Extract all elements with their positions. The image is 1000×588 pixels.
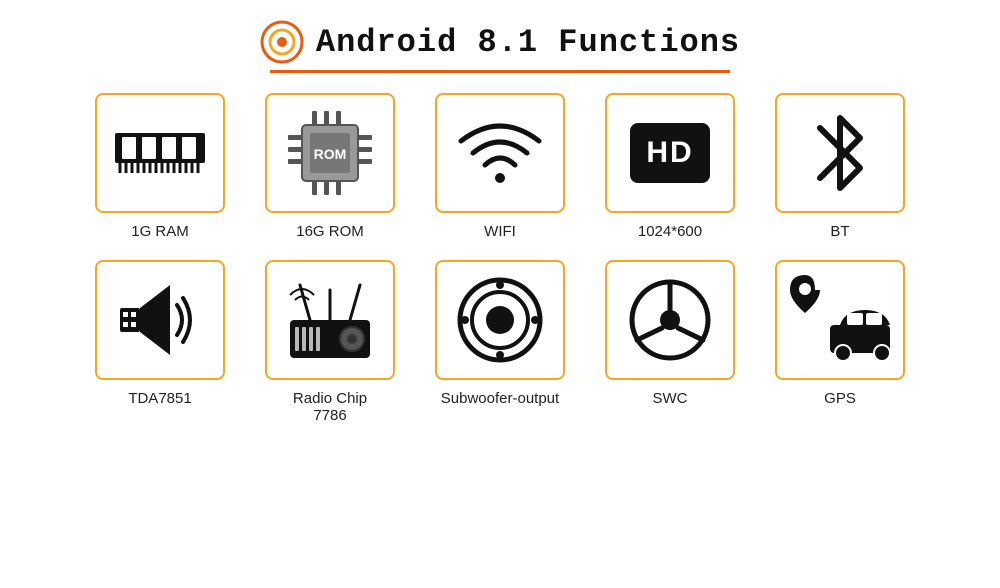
steering-icon [625,275,715,365]
radio-icon [280,275,380,365]
resolution-label: 1024*600 [638,223,702,240]
bt-icon-box [775,93,905,213]
radio-label: Radio Chip7786 [293,390,367,424]
feature-bt: BT [760,93,920,240]
bt-label: BT [830,223,849,240]
speaker-icon-box [95,260,225,380]
swc-label: SWC [653,390,688,407]
page-title: Android 8.1 Functions [316,24,740,61]
bluetooth-icon [805,108,875,198]
title-underline [270,70,730,73]
wifi-label: WIFI [484,223,516,240]
rom-icon-box: ROM [265,93,395,213]
feature-wifi: WIFI [420,93,580,240]
gps-label: GPS [824,390,856,407]
tda-label: TDA7851 [128,390,191,407]
hd-icon: HD [630,123,710,183]
subwoofer-label: Subwoofer-output [441,390,559,407]
feature-radio: Radio Chip7786 [250,260,410,424]
feature-rom: ROM 16G ROM [250,93,410,240]
ram-icon-box [95,93,225,213]
speaker-icon [115,280,205,360]
subwoofer-icon [455,275,545,365]
hd-icon-box: HD [605,93,735,213]
rom-icon: ROM [280,103,380,203]
svg-text:ROM: ROM [314,146,347,162]
gps-icon [785,275,895,365]
feature-ram: 1G RAM [80,93,240,240]
wifi-icon-box [435,93,565,213]
feature-subwoofer: Subwoofer-output [420,260,580,424]
ram-icon [110,113,210,193]
gps-icon-box [775,260,905,380]
radio-icon-box [265,260,395,380]
page-header: Android 8.1 Functions [260,20,740,64]
rom-label: 16G ROM [296,223,364,240]
feature-tda: TDA7851 [80,260,240,424]
features-grid: 1G RAM ROM [80,93,920,424]
android-icon [260,20,304,64]
steering-icon-box [605,260,735,380]
feature-resolution: HD 1024*600 [590,93,750,240]
feature-swc: SWC [590,260,750,424]
subwoofer-icon-box [435,260,565,380]
wifi-icon [455,113,545,193]
feature-gps: GPS [760,260,920,424]
ram-label: 1G RAM [131,223,189,240]
